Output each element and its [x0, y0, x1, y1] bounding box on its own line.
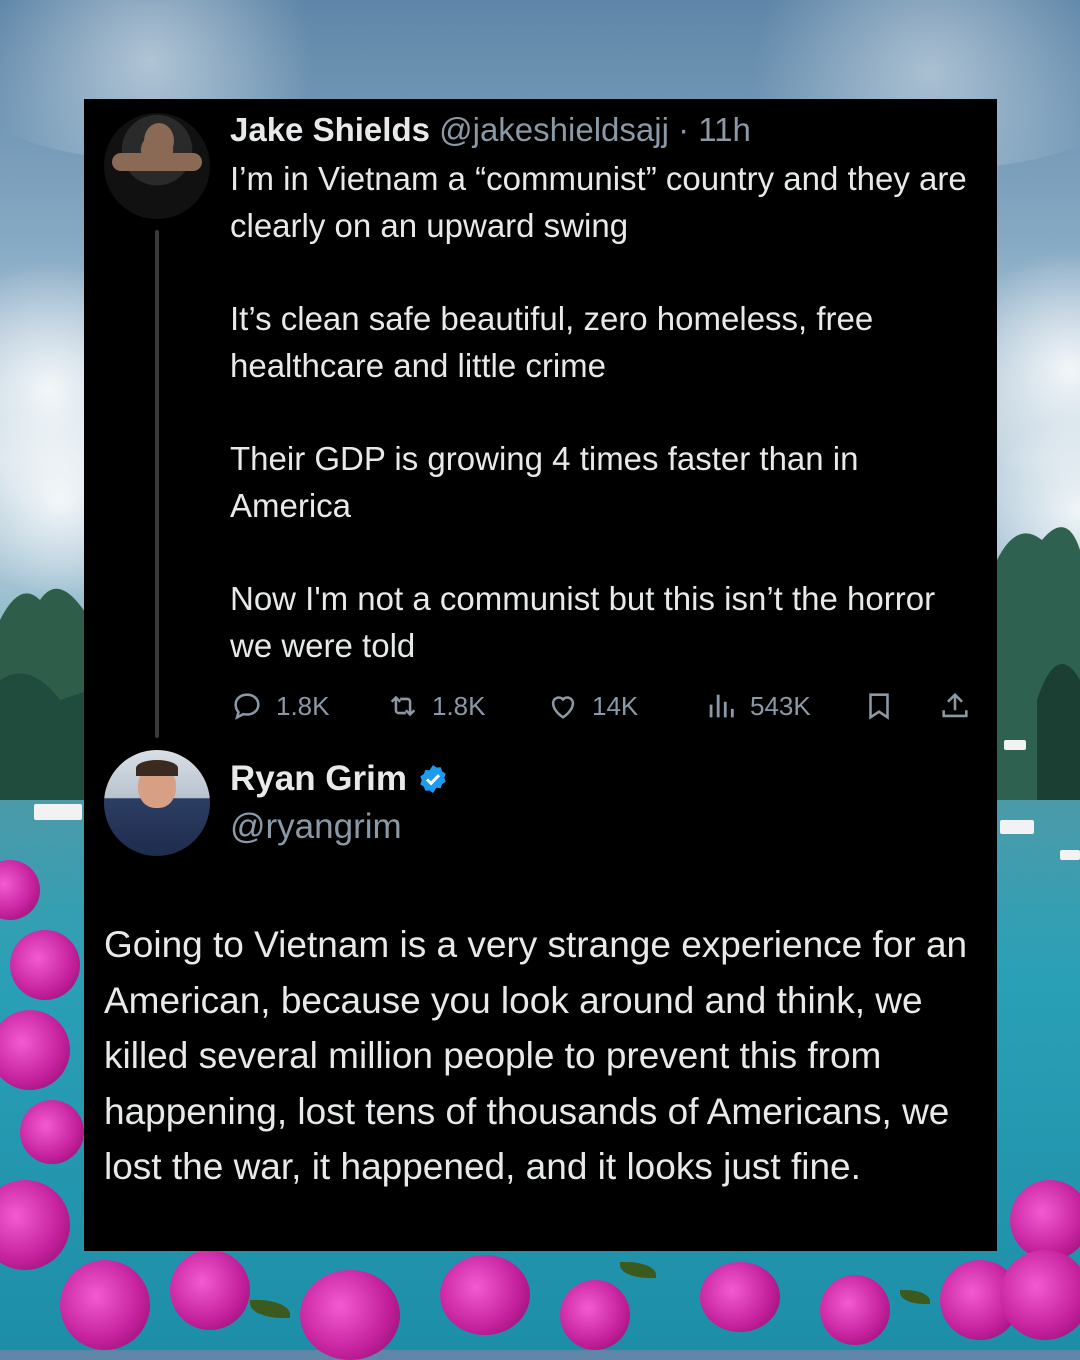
reply-button[interactable]: 1.8K [230, 684, 330, 728]
share-button[interactable] [938, 684, 972, 728]
tweet-paragraph: Their GDP is growing 4 times faster than… [230, 440, 859, 524]
repost-button[interactable]: 1.8K [386, 684, 486, 728]
tweet-body: I’m in Vietnam a “communist” country and… [230, 156, 970, 716]
tweet-body: Going to Vietnam is a very strange exper… [104, 924, 968, 1187]
views-icon [709, 694, 734, 718]
author-handle[interactable]: @ryangrim [230, 807, 402, 847]
bookmark-icon [869, 693, 889, 720]
tweet-paragraph: It’s clean safe beautiful, zero homeless… [230, 300, 874, 384]
tweet-paragraph: I’m in Vietnam a “communist” country and… [230, 160, 967, 244]
avatar[interactable] [104, 113, 210, 219]
like-button[interactable]: 14K [546, 684, 638, 728]
repost-icon [390, 695, 416, 717]
tweet-card: Jake Shields @jakeshieldsajj · 11h I’m i… [84, 99, 997, 1251]
author-handle[interactable]: @jakeshieldsajj [439, 111, 669, 148]
views-button[interactable]: 543K [704, 684, 811, 728]
like-count: 14K [592, 690, 639, 721]
author-name-row: Ryan Grim [230, 759, 449, 799]
tweet-paragraph: Now I'm not a communist but this isn’t t… [230, 580, 936, 664]
author-name[interactable]: Jake Shields [230, 111, 430, 148]
author-name[interactable]: Ryan Grim [230, 759, 407, 799]
tweet-time[interactable]: · 11h [678, 111, 751, 148]
reply-count: 1.8K [276, 690, 330, 721]
tweet-header: Jake Shields @jakeshieldsajj · 11h [230, 111, 751, 149]
views-count: 543K [750, 690, 811, 721]
thread-line [155, 230, 159, 738]
tweet-actions: 1.8K 1.8K 14K 543K [230, 684, 980, 728]
heart-icon [551, 696, 575, 719]
verified-badge-icon [420, 765, 446, 793]
avatar[interactable] [104, 750, 210, 856]
repost-count: 1.8K [432, 690, 486, 721]
share-icon [942, 692, 968, 718]
reply-icon [234, 693, 260, 720]
bookmark-button[interactable] [862, 684, 896, 728]
